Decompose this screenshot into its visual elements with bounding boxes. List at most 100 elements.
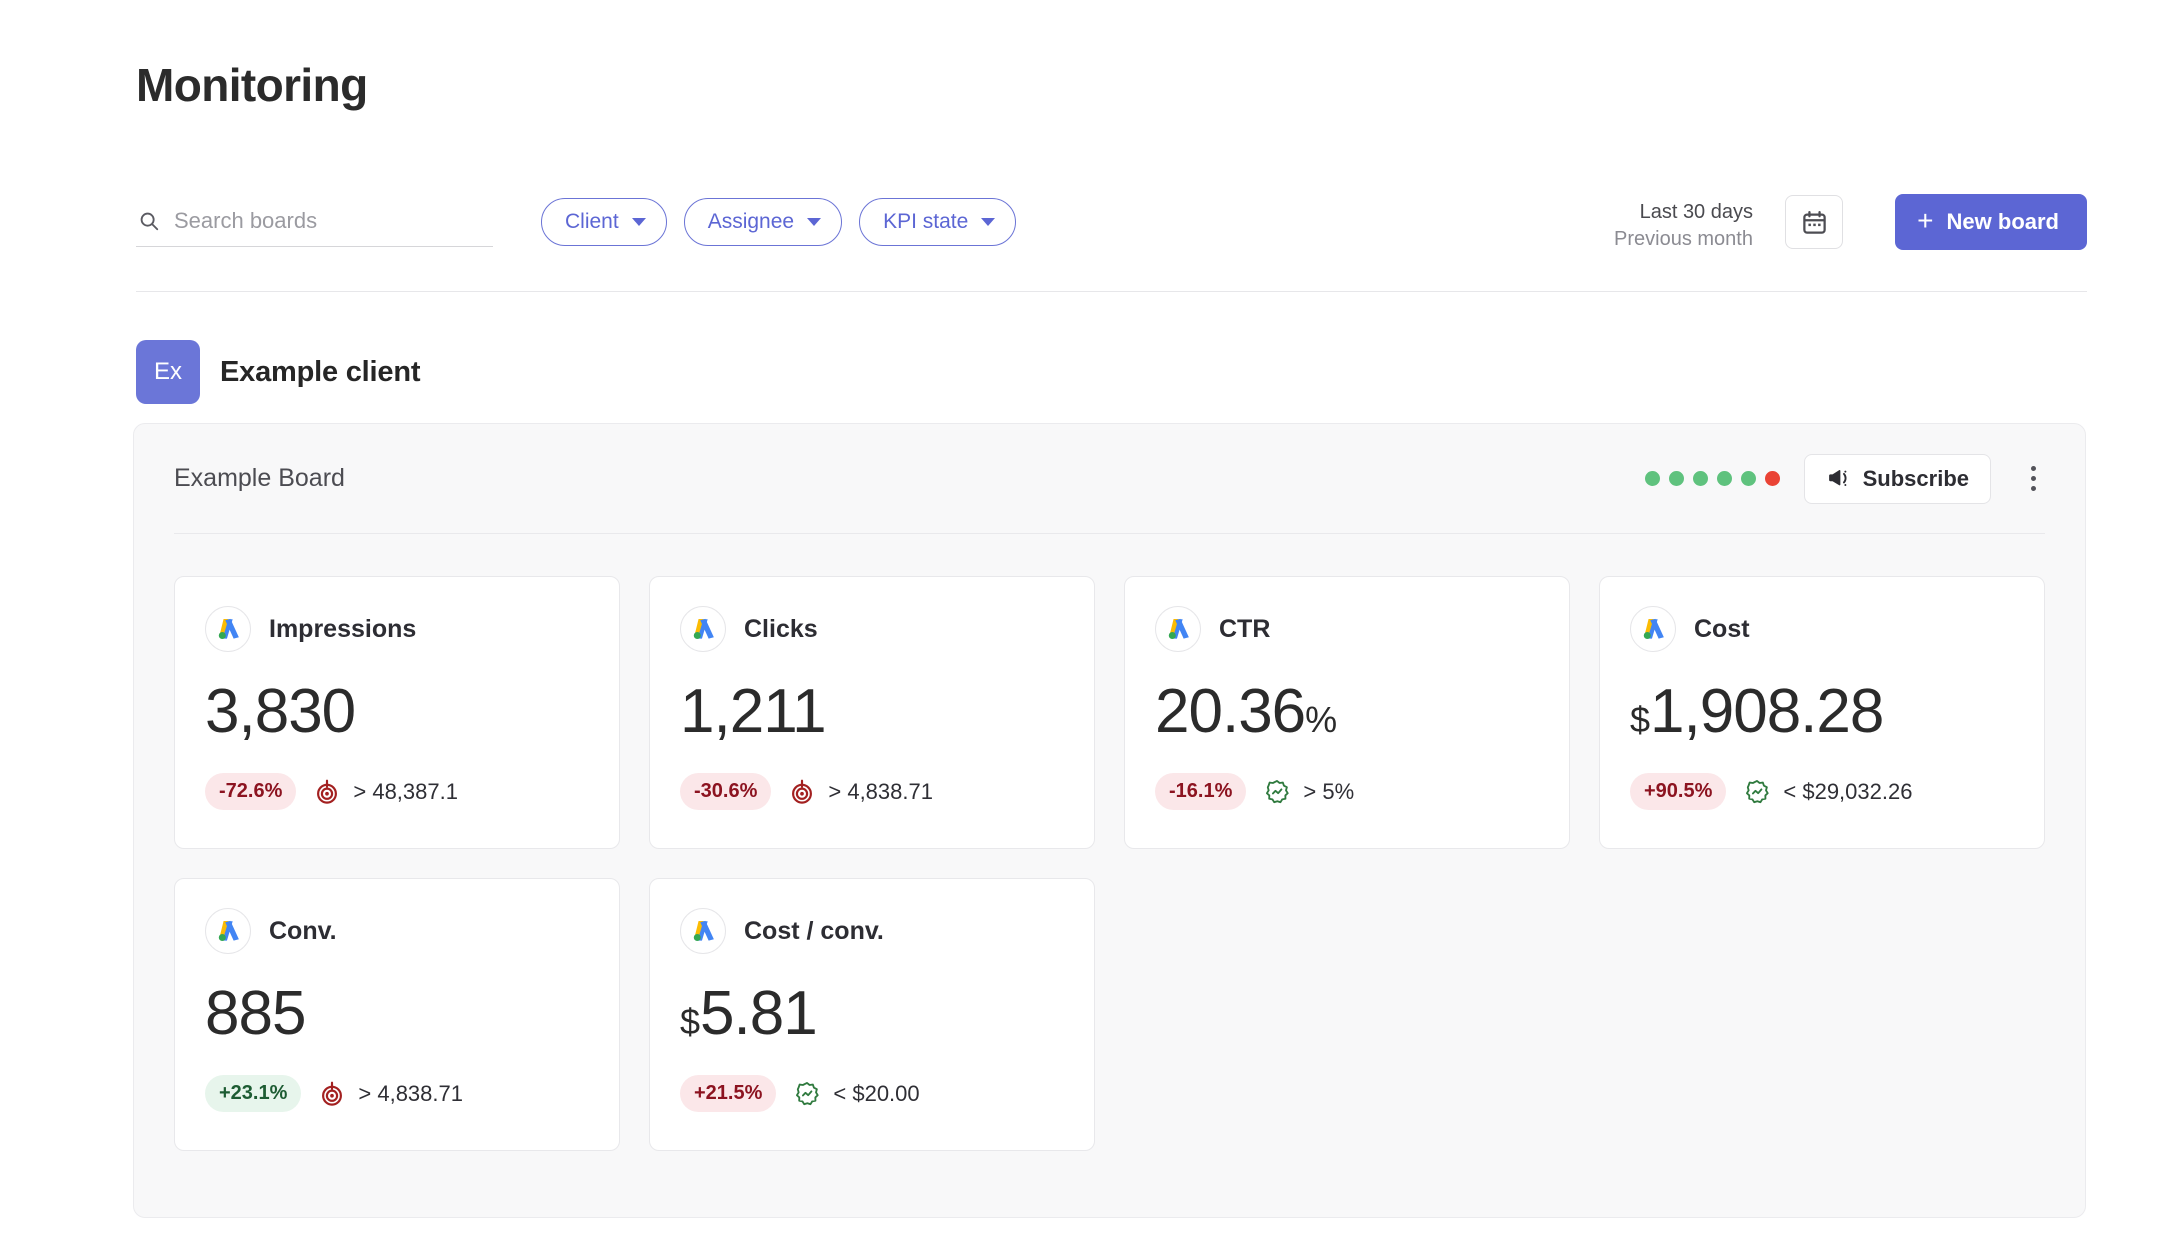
kpi-card-footer: +23.1% > 4,838.71 xyxy=(205,1075,463,1112)
board-panel: Example Board Subscribe xyxy=(133,423,2086,1218)
client-avatar: Ex xyxy=(136,340,200,404)
filter-pill-assignee[interactable]: Assignee xyxy=(684,198,842,246)
kebab-menu-icon xyxy=(2031,476,2036,481)
kpi-status-dots xyxy=(1645,471,1780,486)
kpi-card-footer: -30.6% > 4,838.71 xyxy=(680,773,933,810)
kpi-value-number: 3,830 xyxy=(205,681,355,743)
kpi-card-footer: +21.5% < $20.00 xyxy=(680,1075,920,1112)
toolbar-divider xyxy=(136,291,2087,292)
kpi-value-prefix: $ xyxy=(1630,702,1650,738)
google-ads-icon xyxy=(680,606,726,652)
benchmark-icon xyxy=(1264,779,1290,805)
google-ads-icon xyxy=(1639,615,1667,643)
kpi-value-number: 885 xyxy=(205,983,305,1045)
kpi-value: 20.36% xyxy=(1155,681,1337,743)
kpi-card-header: Impressions xyxy=(205,606,589,652)
kpi-goal: > 48,387.1 xyxy=(314,779,458,805)
kpi-goal: > 5% xyxy=(1264,779,1354,805)
kpi-value-number: 5.81 xyxy=(700,983,817,1045)
google-ads-icon xyxy=(205,908,251,954)
board-menu-button[interactable] xyxy=(2015,457,2051,501)
kpi-card-header: CTR xyxy=(1155,606,1539,652)
megaphone-icon xyxy=(1826,466,1851,491)
search-icon xyxy=(138,210,160,232)
kpi-goal: < $20.00 xyxy=(794,1081,919,1107)
kpi-card[interactable]: Cost $1,908.28 +90.5% < $29,032.26 xyxy=(1599,576,2045,849)
board-title[interactable]: Example Board xyxy=(174,464,345,493)
kpi-name: Conv. xyxy=(269,917,337,946)
filter-pill-client-label: Client xyxy=(565,210,619,234)
kpi-value-number: 20.36 xyxy=(1155,681,1305,743)
filter-pill-client[interactable]: Client xyxy=(541,198,667,246)
kpi-status-dot xyxy=(1645,471,1660,486)
google-ads-icon xyxy=(689,917,717,945)
kpi-status-dot xyxy=(1741,471,1756,486)
kpi-value-suffix: % xyxy=(1305,702,1337,738)
kpi-card[interactable]: Impressions 3,830 -72.6% > 48,387.1 xyxy=(174,576,620,849)
kpi-card-header: Cost xyxy=(1630,606,2014,652)
benchmark-icon xyxy=(794,1081,820,1107)
client-name: Example client xyxy=(220,356,420,389)
chevron-down-icon xyxy=(632,218,646,226)
chevron-down-icon xyxy=(807,218,821,226)
google-ads-icon xyxy=(680,908,726,954)
kpi-name: Cost / conv. xyxy=(744,917,884,946)
kpi-goal-text: > 4,838.71 xyxy=(358,1081,463,1107)
new-board-label: New board xyxy=(1947,209,2059,235)
kpi-status-dot xyxy=(1693,471,1708,486)
chevron-down-icon xyxy=(981,218,995,226)
boards-toolbar: Client Assignee KPI state Last 30 days P… xyxy=(136,195,2087,257)
kpi-card-footer: +90.5% < $29,032.26 xyxy=(1630,773,1912,810)
date-range-secondary: Previous month xyxy=(1614,226,1753,253)
kpi-delta-badge: +90.5% xyxy=(1630,773,1726,810)
google-ads-icon xyxy=(1630,606,1676,652)
kpi-delta-badge: -72.6% xyxy=(205,773,296,810)
kpi-card[interactable]: Clicks 1,211 -30.6% > 4,838.71 xyxy=(649,576,1095,849)
date-range-summary: Last 30 days Previous month xyxy=(1614,199,1753,253)
filter-pill-kpi-state[interactable]: KPI state xyxy=(859,198,1016,246)
google-ads-icon xyxy=(214,917,242,945)
google-ads-icon xyxy=(1155,606,1201,652)
kpi-card[interactable]: Cost / conv. $5.81 +21.5% < $20.00 xyxy=(649,878,1095,1151)
subscribe-button[interactable]: Subscribe xyxy=(1804,454,1991,504)
target-icon xyxy=(319,1081,345,1107)
kpi-card[interactable]: Conv. 885 +23.1% > 4,838.71 xyxy=(174,878,620,1151)
kpi-card-header: Conv. xyxy=(205,908,589,954)
google-ads-icon xyxy=(1164,615,1192,643)
calendar-picker-button[interactable] xyxy=(1785,195,1843,249)
kpi-card-header: Cost / conv. xyxy=(680,908,1064,954)
kpi-value: $1,908.28 xyxy=(1630,681,1883,743)
kpi-name: CTR xyxy=(1219,615,1270,644)
kpi-value: 3,830 xyxy=(205,681,355,743)
kpi-name: Cost xyxy=(1694,615,1750,644)
google-ads-icon xyxy=(689,615,717,643)
kpi-value-number: 1,211 xyxy=(680,681,826,743)
kpi-name: Clicks xyxy=(744,615,818,644)
target-icon xyxy=(789,779,815,805)
board-header-actions: Subscribe xyxy=(1645,454,2045,504)
kpi-value: $5.81 xyxy=(680,983,817,1045)
kpi-goal-text: < $29,032.26 xyxy=(1783,779,1912,805)
kpi-card[interactable]: CTR 20.36% -16.1% > 5% xyxy=(1124,576,1570,849)
kpi-value-prefix: $ xyxy=(680,1004,700,1040)
search-input[interactable] xyxy=(174,208,474,234)
new-board-button[interactable]: + New board xyxy=(1895,194,2087,250)
kpi-goal-text: > 5% xyxy=(1303,779,1354,805)
kpi-card-header: Clicks xyxy=(680,606,1064,652)
plus-icon: + xyxy=(1917,207,1933,235)
search-field[interactable] xyxy=(136,195,493,247)
filter-pill-group: Client Assignee KPI state xyxy=(541,198,1016,246)
kpi-value-number: 1,908.28 xyxy=(1650,681,1883,743)
kpi-goal: > 4,838.71 xyxy=(319,1081,463,1107)
kpi-card-footer: -72.6% > 48,387.1 xyxy=(205,773,458,810)
kpi-goal-text: > 48,387.1 xyxy=(353,779,458,805)
kpi-goal: > 4,838.71 xyxy=(789,779,933,805)
filter-pill-assignee-label: Assignee xyxy=(708,210,794,234)
kpi-delta-badge: +21.5% xyxy=(680,1075,776,1112)
benchmark-icon xyxy=(1744,779,1770,805)
kpi-value: 1,211 xyxy=(680,681,826,743)
kpi-goal-text: > 4,838.71 xyxy=(828,779,933,805)
google-ads-icon xyxy=(214,615,242,643)
kpi-name: Impressions xyxy=(269,615,416,644)
filter-pill-kpi-state-label: KPI state xyxy=(883,210,968,234)
